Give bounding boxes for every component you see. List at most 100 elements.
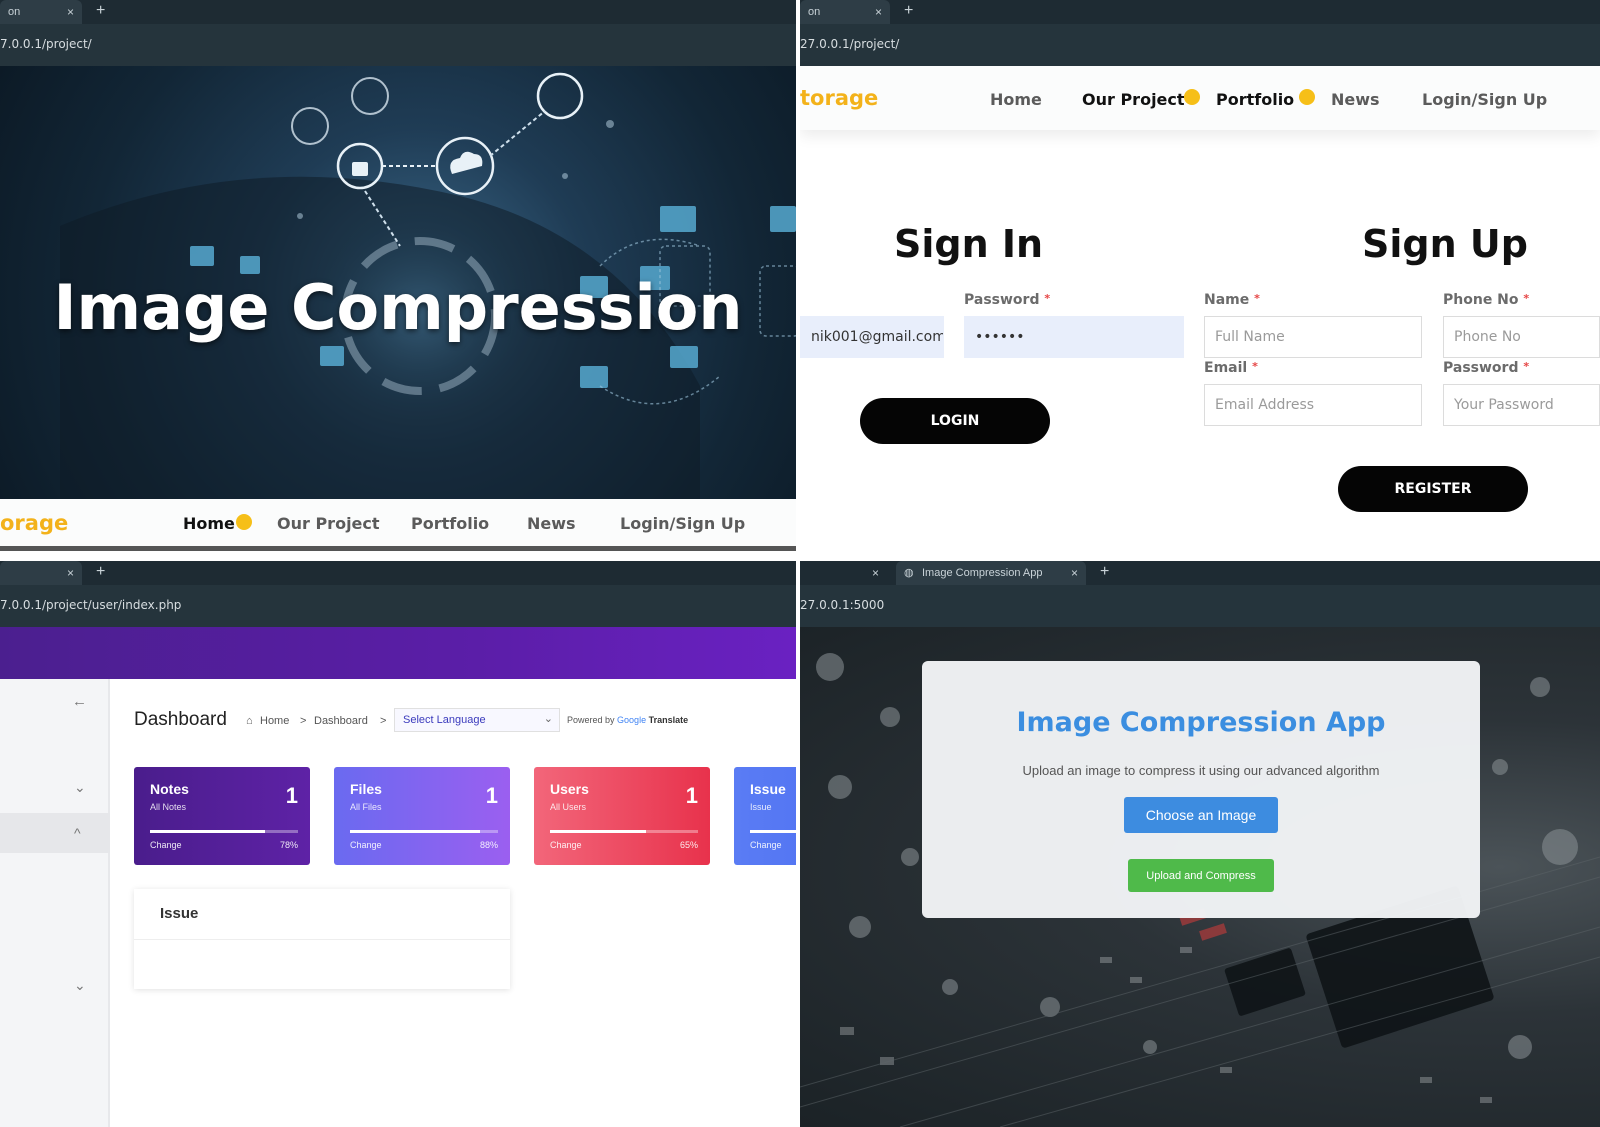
browser-tab[interactable]: on × (800, 0, 890, 24)
collage-divider (0, 557, 1600, 561)
breadcrumb-home[interactable]: Home (260, 715, 289, 727)
address-bar[interactable]: 27.0.0.1:5000 (800, 585, 1600, 627)
site-logo[interactable]: torage (800, 86, 878, 110)
required-mark: * (1523, 360, 1530, 373)
stat-card-users[interactable]: Users All Users 1 Change 65% (534, 767, 710, 865)
stat-card-notes[interactable]: Notes All Notes 1 Change 78% (134, 767, 310, 865)
new-tab-icon[interactable]: + (904, 0, 913, 22)
hero-banner: Image Compression (0, 66, 796, 499)
browser-tab-active[interactable]: ◍ Image Compression App × (896, 561, 1086, 585)
tab-title: Image Compression App (922, 567, 1043, 579)
chevron-down-icon: ⌄ (74, 779, 86, 795)
nav-news[interactable]: News (527, 514, 576, 533)
card-subtitle: All Users (550, 802, 587, 812)
register-button[interactable]: REGISTER (1338, 466, 1528, 512)
card-count: 1 (485, 783, 498, 808)
sidebar-item-selected[interactable]: ^ (0, 813, 110, 853)
signin-email-input[interactable] (800, 316, 944, 358)
phone-input[interactable] (1443, 316, 1600, 358)
translate-label[interactable]: Translate (649, 715, 689, 725)
nav-login-signup[interactable]: Login/Sign Up (1422, 90, 1547, 109)
close-tab-icon[interactable]: × (875, 0, 882, 24)
full-name-input[interactable] (1204, 316, 1422, 358)
app-title: Image Compression App (1016, 707, 1386, 738)
browser-tab-bar: on × + (0, 0, 796, 24)
card-change-percent: 65% (679, 840, 698, 850)
back-arrow-icon[interactable]: ← (72, 693, 87, 710)
address-bar[interactable]: 7.0.0.1/project/ (0, 24, 796, 66)
nav-login-signup[interactable]: Login/Sign Up (620, 514, 745, 533)
card-progress-fill (550, 830, 647, 833)
browser-tab-bar: on × + (800, 0, 1600, 24)
email-input[interactable] (1204, 384, 1422, 426)
password-input[interactable] (1443, 384, 1600, 426)
required-mark: * (1252, 360, 1258, 373)
sidebar-item[interactable]: ⌄ (0, 969, 110, 1009)
card-change-percent: 88% (479, 840, 498, 850)
upload-compress-button[interactable]: Upload and Compress (1128, 859, 1274, 892)
card-count: 1 (685, 783, 698, 808)
nav-our-project[interactable]: Our Project (1082, 90, 1185, 109)
home-icon: ⌂ (246, 715, 253, 727)
card-subtitle: Issue (750, 802, 772, 812)
close-tab-icon[interactable]: × (1071, 561, 1078, 585)
required-mark: * (1523, 292, 1530, 305)
choose-image-button[interactable]: Choose an Image (1124, 797, 1278, 833)
close-tab-icon[interactable]: × (872, 561, 879, 585)
card-title: Issue (750, 781, 786, 797)
breadcrumb-separator: > (380, 715, 387, 727)
card-progress-fill (350, 830, 481, 833)
nav-home[interactable]: Home (183, 514, 235, 533)
nav-portfolio[interactable]: Portfolio (411, 514, 489, 533)
sidebar-item[interactable]: ⌄ (0, 771, 110, 811)
browser-tab[interactable]: × (0, 561, 82, 585)
language-select[interactable]: Select Language ⌄ (394, 708, 560, 732)
card-progress-track (150, 830, 298, 833)
card-count: 1 (285, 783, 298, 808)
browser-tab[interactable]: on × (0, 0, 82, 24)
address-url: 27.0.0.1:5000 (800, 598, 885, 612)
card-change-percent: 78% (279, 840, 298, 850)
password-label: Password * (1443, 360, 1529, 376)
issue-panel: Issue (134, 889, 510, 989)
card-change-label: Change (750, 840, 782, 850)
browser-tab-bar: × ◍ Image Compression App × + (800, 561, 1600, 585)
close-tab-icon[interactable]: × (67, 561, 74, 585)
stat-card-issue[interactable]: Issue Issue Change (734, 767, 796, 865)
signin-password-input[interactable] (964, 316, 1184, 358)
stat-card-files[interactable]: Files All Files 1 Change 88% (334, 767, 510, 865)
login-button[interactable]: LOGIN (860, 398, 1050, 444)
new-tab-icon[interactable]: + (96, 561, 105, 583)
nav-our-project[interactable]: Our Project (277, 514, 380, 533)
card-progress-fill (750, 830, 796, 833)
tab-title: on (808, 6, 821, 18)
breadcrumb-separator: > (300, 715, 307, 727)
new-tab-icon[interactable]: + (96, 0, 105, 22)
address-bar[interactable]: 7.0.0.1/project/user/index.php (0, 585, 796, 627)
app-card: Image Compression App Upload an image to… (922, 661, 1480, 918)
address-bar[interactable]: 27.0.0.1/project/ (800, 24, 1600, 66)
signin-password-label-text: Password (964, 292, 1040, 308)
nav-home[interactable]: Home (990, 90, 1042, 109)
dashboard-screenshot: × + 7.0.0.1/project/user/index.php ← ⌄ ^… (0, 561, 796, 1127)
dashboard-main: Dashboard ⌂ Home > Dashboard > Select La… (112, 679, 796, 1127)
nav-news[interactable]: News (1331, 90, 1380, 109)
landing-page-screenshot: on × + 7.0.0.1/project/ Image Compressio… (0, 0, 796, 557)
chevron-down-icon: ⌄ (74, 977, 86, 993)
close-tab-icon[interactable]: × (67, 0, 74, 24)
address-url: 27.0.0.1/project/ (800, 37, 900, 51)
signup-title: Sign Up (1362, 222, 1528, 266)
collage-divider (796, 0, 800, 1127)
nav-portfolio[interactable]: Portfolio (1216, 90, 1294, 109)
signin-title: Sign In (894, 222, 1044, 266)
site-logo[interactable]: orage (0, 511, 68, 535)
indicator-dot (1184, 89, 1200, 105)
email-label-text: Email (1204, 360, 1248, 376)
new-tab-icon[interactable]: + (1100, 561, 1109, 583)
breadcrumb-dashboard[interactable]: Dashboard (314, 715, 368, 727)
name-label: Name * (1204, 292, 1260, 308)
required-mark: * (1044, 292, 1051, 305)
email-label: Email * (1204, 360, 1258, 376)
navbar: orage Home Our Project Portfolio News Lo… (0, 499, 796, 551)
sidebar: ← ⌄ ^ ⌄ (0, 679, 110, 1127)
